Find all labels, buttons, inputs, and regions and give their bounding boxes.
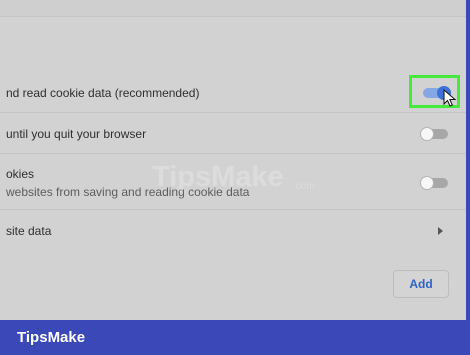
settings-row-session-only[interactable]: until you quit your browser: [0, 113, 466, 154]
add-button[interactable]: Add: [393, 270, 449, 298]
cookie-settings-panel: nd read cookie data (recommended) until …: [0, 0, 466, 320]
watermark-logo: TipsMake .com: [152, 161, 315, 193]
cursor-icon: [443, 89, 457, 107]
chevron-right-icon[interactable]: [438, 227, 443, 235]
watermark-suffix: .com: [293, 181, 315, 192]
toggle-thumb: [420, 176, 434, 190]
toggle-thumb: [420, 127, 434, 141]
watermark-text: TipsMake: [152, 161, 284, 193]
settings-row-title: site data: [6, 224, 52, 238]
settings-row-title: okies: [6, 167, 35, 181]
session-only-toggle[interactable]: [420, 127, 448, 141]
settings-row-title: nd read cookie data (recommended): [6, 86, 200, 100]
footer-brand-label: TipsMake: [17, 329, 86, 346]
settings-row-title: until you quit your browser: [6, 127, 147, 141]
settings-row-site-data[interactable]: site data: [0, 210, 466, 252]
block-third-party-toggle[interactable]: [420, 176, 448, 190]
tutorial-frame: nd read cookie data (recommended) until …: [0, 0, 470, 355]
top-strip: [0, 0, 466, 17]
settings-row-cookie-data[interactable]: nd read cookie data (recommended): [0, 71, 466, 113]
